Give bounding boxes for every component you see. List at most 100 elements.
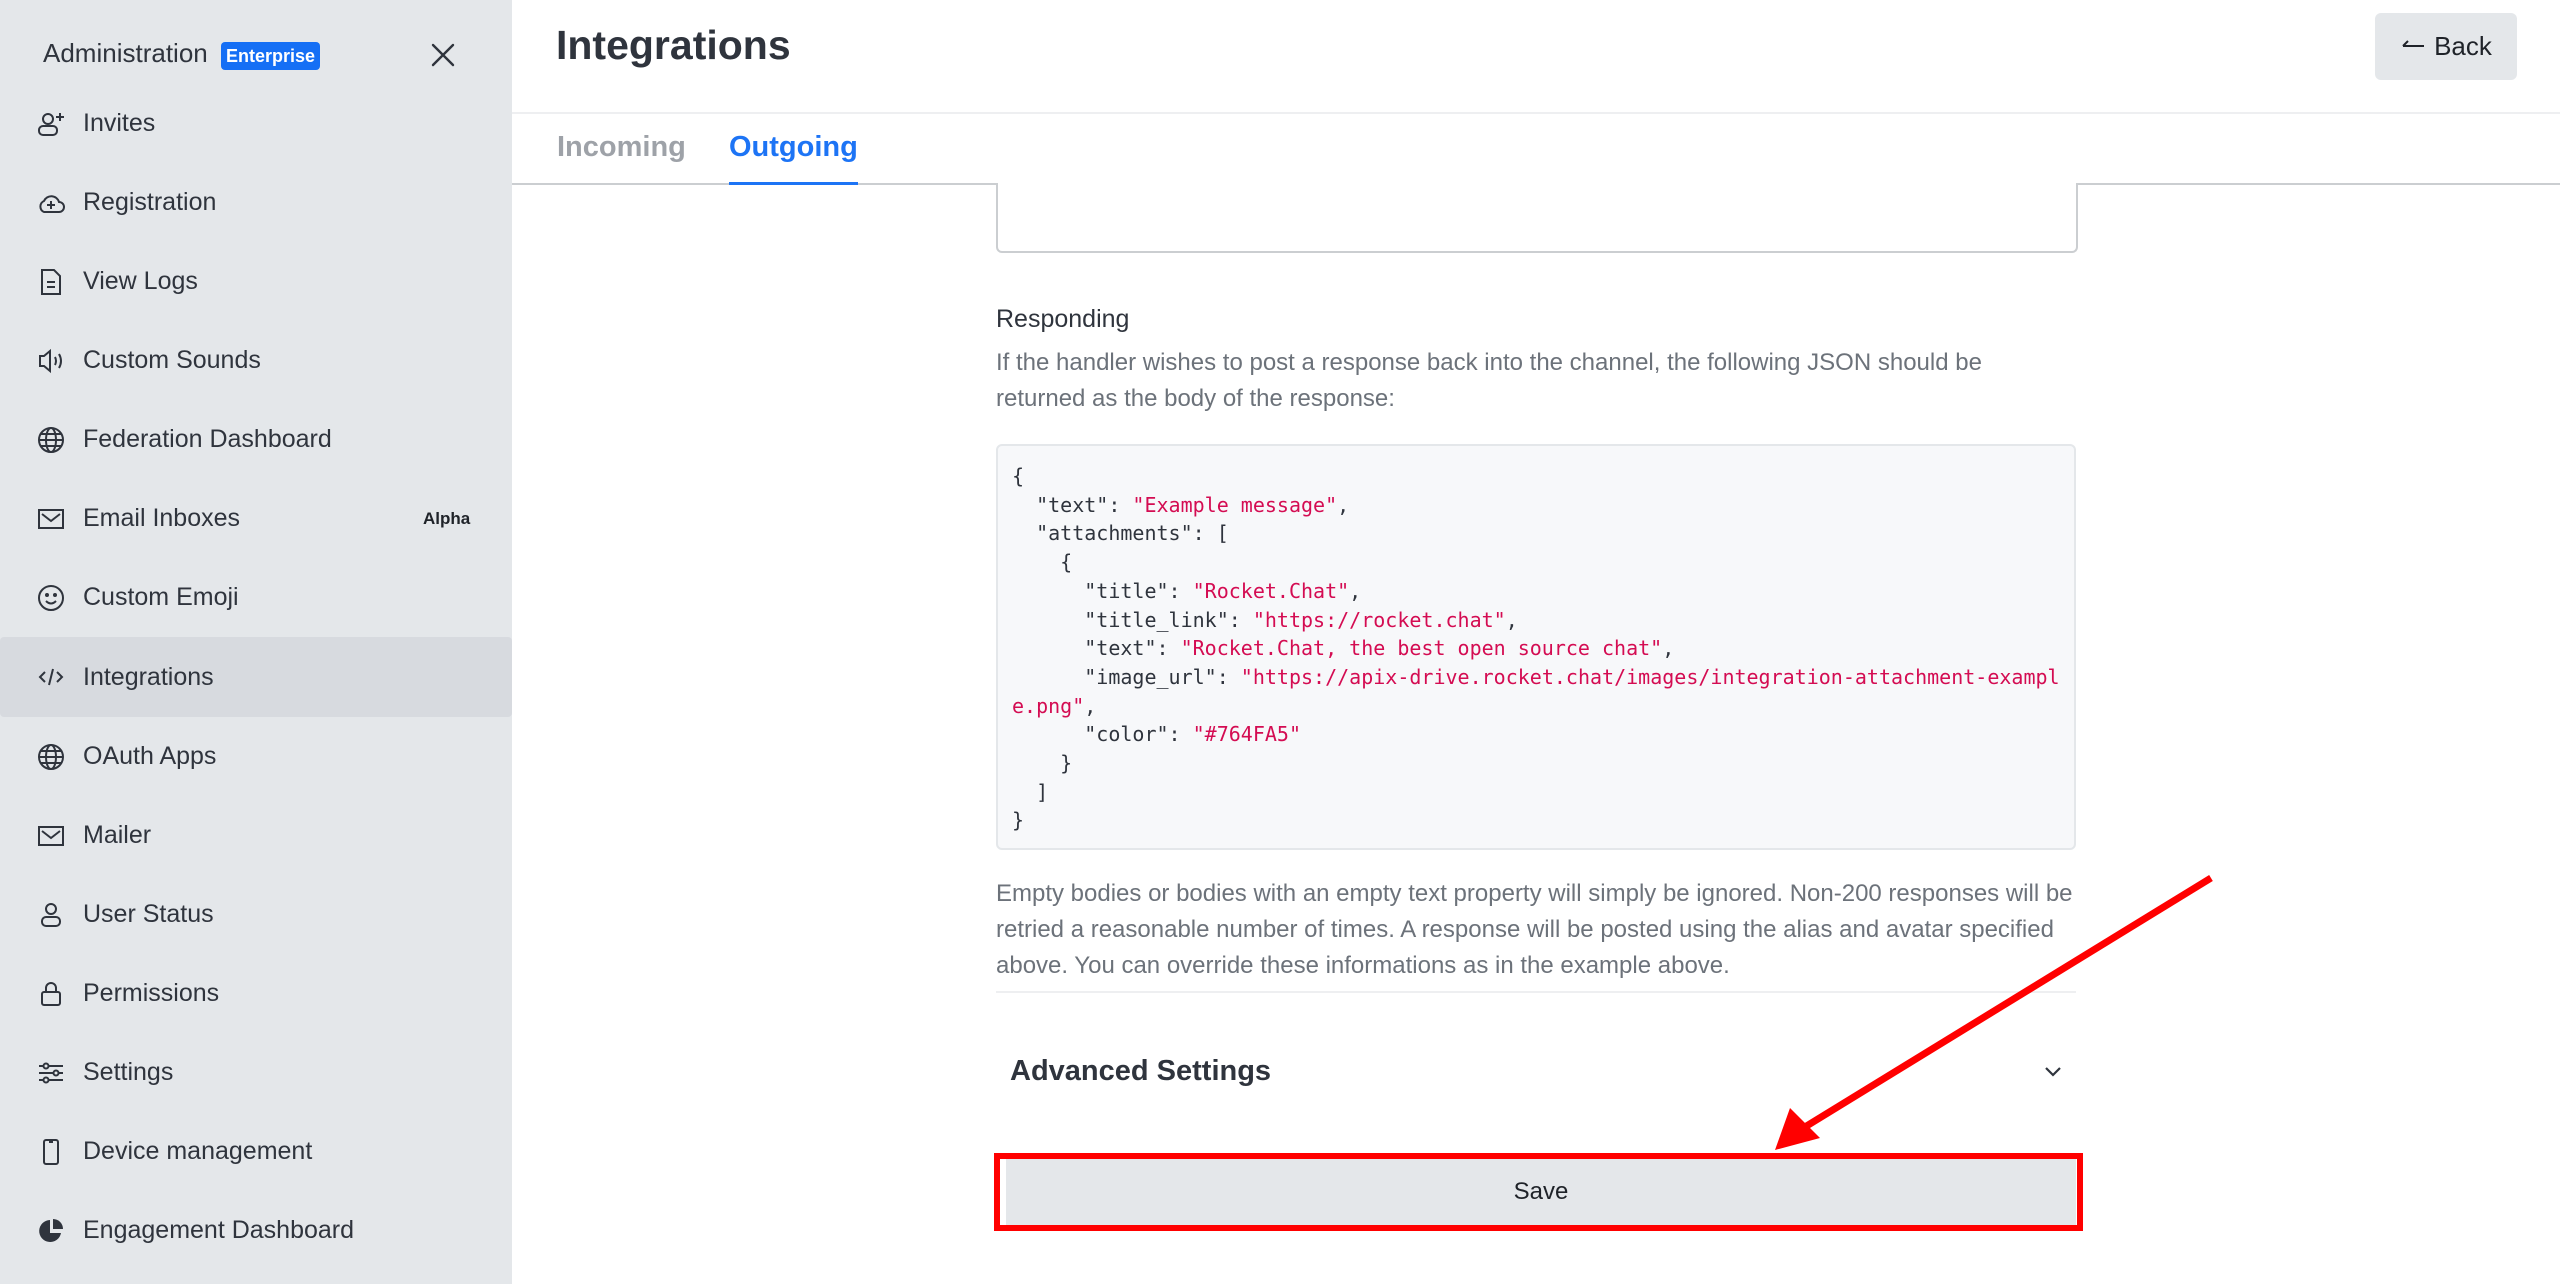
code-line: ]: [1012, 780, 1048, 804]
sidebar-item-engagement-dashboard[interactable]: Engagement Dashboard: [0, 1191, 512, 1270]
sidebar-item-label: Mailer: [83, 821, 152, 849]
header-divider: [512, 112, 2560, 114]
code-token: "attachments": [: [1012, 521, 1229, 546]
code-token: ,: [1337, 492, 1350, 517]
code-line: }: [1012, 808, 1024, 832]
sidebar-item-mailer[interactable]: Mailer: [0, 796, 512, 875]
alpha-tag: Alpha: [423, 508, 471, 528]
code-content: { "text": "Example message", "attachment…: [998, 446, 2074, 851]
sliders-icon: [35, 1057, 67, 1089]
sidebar-item-label: View Logs: [83, 267, 198, 295]
globe-icon: [35, 424, 67, 456]
arrow-left-icon: [2400, 31, 2426, 62]
sidebar-title: Administration: [43, 38, 208, 68]
code-token: "image_url":: [1012, 664, 1241, 689]
code-string: "#764FA5": [1192, 722, 1301, 747]
sidebar-item-label: Device management: [83, 1137, 313, 1165]
code-string: "Rocket.Chat": [1192, 578, 1350, 603]
sidebar-item-label: OAuth Apps: [83, 742, 217, 770]
code-line: "text": "Example message",: [1012, 493, 1349, 517]
sidebar-item-custom-sounds[interactable]: Custom Sounds: [0, 321, 512, 400]
code-line: "text": "Rocket.Chat, the best open sour…: [1012, 636, 1674, 660]
pie-chart-icon: [35, 1215, 67, 1247]
page-title: Integrations: [556, 22, 791, 68]
sidebar-item-permissions[interactable]: Permissions: [0, 954, 512, 1033]
response-json-example: { "text": "Example message", "attachment…: [996, 444, 2076, 850]
globe-icon: [35, 741, 67, 773]
save-button[interactable]: Save: [1006, 1153, 2076, 1231]
sidebar-item-settings[interactable]: Settings: [0, 1033, 512, 1112]
back-button[interactable]: Back: [2375, 13, 2517, 80]
code-line: }: [1012, 751, 1072, 775]
sidebar-item-email-inboxes[interactable]: Email Inboxes Alpha: [0, 479, 512, 558]
responding-description: If the handler wishes to post a response…: [996, 349, 1982, 412]
sidebar-item-label: Invites: [83, 109, 156, 137]
user-plus-icon: [35, 108, 67, 140]
active-tab-indicator: [729, 182, 858, 185]
sidebar-item-oauth-apps[interactable]: OAuth Apps: [0, 717, 512, 796]
code-icon: [35, 661, 67, 693]
code-line: "color": "#764FA5": [1012, 722, 1301, 746]
mail-icon: [35, 820, 67, 852]
sidebar-item-label: Custom Sounds: [83, 346, 261, 374]
sidebar-item-label: Email Inboxes: [83, 504, 241, 532]
code-line: "image_url": "https://apix-drive.rocket.…: [1012, 665, 2060, 718]
script-textarea[interactable]: [996, 183, 2078, 253]
code-line: "title": "Rocket.Chat",: [1012, 579, 1361, 603]
sidebar-item-label: Integrations: [83, 662, 214, 691]
speaker-icon: [35, 345, 67, 377]
responding-label: Responding: [996, 305, 1130, 333]
code-line: "title_link": "https://rocket.chat",: [1012, 608, 1518, 632]
sidebar-item-label: Registration: [83, 188, 217, 216]
advanced-settings-title: Advanced Settings: [1010, 1055, 1272, 1087]
code-string: "https://rocket.chat": [1252, 607, 1506, 632]
code-token: ,: [1084, 693, 1097, 718]
code-token: "title_link":: [1012, 607, 1253, 632]
main-content: Integrations Back Incoming Outgoing Resp…: [512, 0, 2560, 1284]
close-icon[interactable]: [427, 39, 459, 71]
code-token: ,: [1349, 578, 1362, 603]
emoji-icon: [35, 582, 67, 614]
chevron-down-icon: [2041, 1059, 2065, 1083]
sidebar-item-device-management[interactable]: Device management: [0, 1112, 512, 1191]
tab-outgoing[interactable]: Outgoing: [729, 131, 858, 164]
file-icon: [35, 266, 67, 298]
code-token: }: [1012, 808, 1025, 833]
code-token: "title":: [1012, 578, 1193, 603]
sidebar-item-label: Permissions: [83, 979, 220, 1007]
sidebar-item-label: User Status: [83, 900, 214, 928]
sidebar-item-user-status[interactable]: User Status: [0, 875, 512, 954]
cloud-plus-icon: [35, 187, 67, 219]
sidebar-item-label: Settings: [83, 1058, 174, 1086]
code-token: {: [1012, 464, 1025, 488]
code-token: "text":: [1012, 492, 1133, 517]
sidebar-item-invites[interactable]: Invites: [0, 84, 512, 163]
code-string: "Rocket.Chat, the best open source chat": [1180, 636, 1663, 661]
code-string: "Example message": [1132, 492, 1338, 517]
user-icon: [35, 899, 67, 931]
section-divider: [996, 991, 2076, 993]
responding-footer-description: Empty bodies or bodies with an empty tex…: [996, 880, 2073, 979]
sidebar-item-registration[interactable]: Registration: [0, 163, 512, 242]
sidebar-item-federation-dashboard[interactable]: Federation Dashboard: [0, 400, 512, 479]
code-token: ,: [1662, 636, 1675, 661]
sidebar-item-label: Federation Dashboard: [83, 425, 332, 453]
code-token: "color":: [1012, 722, 1193, 747]
sidebar-item-view-logs[interactable]: View Logs: [0, 242, 512, 321]
code-line: {: [1012, 464, 1024, 488]
enterprise-badge: Enterprise: [221, 42, 320, 70]
mail-icon: [35, 503, 67, 535]
sidebar-item-integrations[interactable]: Integrations: [0, 637, 512, 717]
code-line: "attachments": [: [1012, 521, 1229, 545]
lock-icon: [35, 978, 67, 1010]
sidebar-item-label: Engagement Dashboard: [83, 1216, 355, 1244]
mobile-icon: [35, 1136, 67, 1168]
sidebar-item-label: Custom Emoji: [83, 583, 239, 611]
code-line: {: [1012, 550, 1072, 574]
advanced-settings-toggle[interactable]: Advanced Settings: [996, 1033, 2076, 1107]
code-token: ]: [1012, 779, 1049, 804]
sidebar-item-custom-emoji[interactable]: Custom Emoji: [0, 558, 512, 637]
tab-incoming[interactable]: Incoming: [557, 131, 686, 164]
code-token: {: [1012, 550, 1073, 575]
admin-sidebar: Administration Enterprise Invites Regist…: [0, 0, 512, 1284]
